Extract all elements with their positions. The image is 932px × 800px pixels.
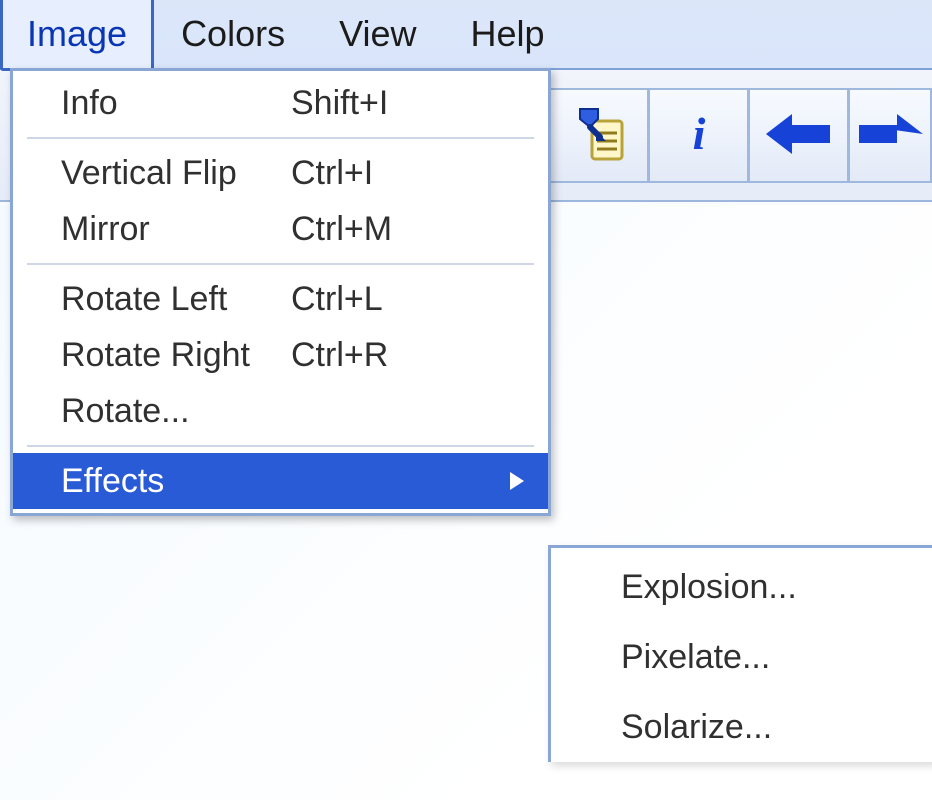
submenu-item-solarize[interactable]: Solarize... (551, 692, 932, 762)
submenu-item-explosion[interactable]: Explosion... (551, 552, 932, 622)
app-window: i I (0, 0, 932, 800)
menu-item-accel: Shift+I (291, 84, 508, 123)
menu-item-label: Effects (13, 462, 291, 501)
next-icon (855, 110, 925, 161)
menu-image[interactable]: Image (0, 0, 154, 71)
menu-item-label: Rotate... (13, 392, 291, 431)
menu-bar: Image Colors View Help (0, 0, 932, 70)
menu-item-accel: Ctrl+R (291, 336, 508, 375)
menu-label: Image (27, 13, 127, 54)
menu-item-rotate-right[interactable]: Rotate Right Ctrl+R (13, 327, 548, 383)
menu-item-label: Rotate Left (13, 280, 291, 319)
menu-item-label: Info (13, 84, 291, 123)
menu-item-accel: Ctrl+L (291, 280, 508, 319)
menu-item-rotate-left[interactable]: Rotate Left Ctrl+L (13, 271, 548, 327)
menu-item-accel: Ctrl+I (291, 154, 508, 193)
submenu-item-label: Pixelate... (621, 638, 770, 677)
toolbar-paste-button[interactable] (548, 88, 648, 183)
image-menu-dropdown: Info Shift+I Vertical Flip Ctrl+I Mirror… (10, 68, 551, 516)
menu-label: View (339, 13, 416, 54)
effects-submenu: Explosion... Pixelate... Solarize... (548, 545, 932, 762)
menu-view[interactable]: View (312, 0, 443, 71)
submenu-arrow-icon (508, 462, 548, 501)
submenu-item-pixelate[interactable]: Pixelate... (551, 622, 932, 692)
menu-label: Help (470, 13, 544, 54)
menu-separator (27, 263, 534, 265)
toolbar-prev-button[interactable] (748, 88, 848, 183)
menu-label: Colors (181, 13, 285, 54)
menu-colors[interactable]: Colors (154, 0, 312, 71)
menu-item-vertical-flip[interactable]: Vertical Flip Ctrl+I (13, 145, 548, 201)
menu-separator (27, 445, 534, 447)
menu-help[interactable]: Help (443, 0, 571, 71)
menu-item-label: Rotate Right (13, 336, 291, 375)
info-icon: i (670, 105, 728, 166)
menu-item-mirror[interactable]: Mirror Ctrl+M (13, 201, 548, 257)
toolbar-next-button[interactable] (848, 88, 932, 183)
menu-item-effects[interactable]: Effects (13, 453, 548, 509)
menu-item-info[interactable]: Info Shift+I (13, 75, 548, 131)
menu-item-rotate[interactable]: Rotate... (13, 383, 548, 439)
menu-item-accel: Ctrl+M (291, 210, 508, 249)
prev-icon (764, 110, 834, 161)
menu-item-label: Vertical Flip (13, 154, 291, 193)
toolbar-info-button[interactable]: i (648, 88, 748, 183)
menu-item-label: Mirror (13, 210, 291, 249)
menu-separator (27, 137, 534, 139)
paste-icon (570, 105, 628, 166)
submenu-item-label: Explosion... (621, 568, 797, 607)
submenu-item-label: Solarize... (621, 708, 772, 747)
svg-text:i: i (692, 108, 705, 159)
